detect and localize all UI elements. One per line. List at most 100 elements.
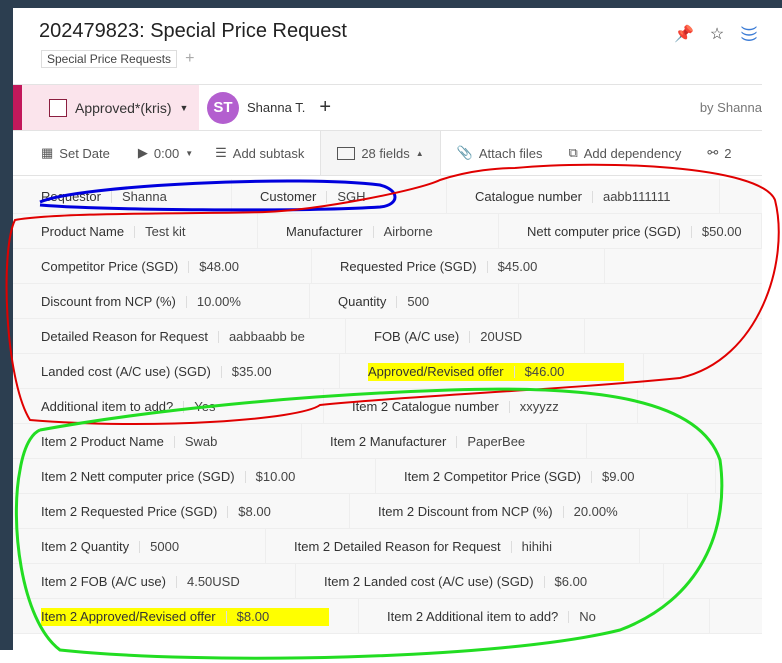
status-checkbox[interactable] [49,98,67,117]
field-value[interactable]: aabb111111 [603,189,670,204]
field-content: Detailed Reason for Request aabbaabb be [41,328,305,346]
field-value[interactable]: $48.00 [199,259,239,274]
field-value[interactable]: Test kit [145,224,185,239]
field-cell[interactable]: Catalogue number aabb111111 [447,179,720,214]
field-cell[interactable]: Item 2 Nett computer price (SGD) $10.00 [13,459,376,494]
task-title[interactable]: 202479823: Special Price Request [39,20,347,43]
field-cell[interactable]: Product Name Test kit [13,214,258,249]
field-value[interactable]: Airborne [384,224,433,239]
field-cell[interactable]: Item 2 Additional item to add? No [359,599,710,634]
attach-files-button[interactable]: 📎 Attach files [441,131,543,175]
field-cell[interactable]: Item 2 Catalogue number xxyyzz [324,389,638,424]
field-label: Item 2 Catalogue number [352,399,499,414]
pin-icon[interactable]: 📌 [674,24,694,44]
header-actions: 📌 ☆ ))) [674,24,758,44]
field-separator [372,225,374,238]
field-value[interactable]: aabbaabb be [229,329,305,344]
field-label: FOB (A/C use) [374,329,460,344]
field-value[interactable]: xxyyzz [520,399,559,414]
field-cell[interactable]: Nett computer price (SGD) $50.00 [499,214,762,249]
field-cell[interactable]: Item 2 FOB (A/C use) 4.50USD [13,564,296,599]
set-date-button[interactable]: ▦ Set Date [13,131,110,175]
field-value[interactable]: $45.00 [498,259,538,274]
field-label: Item 2 Competitor Price (SGD) [404,469,581,484]
field-separator [227,505,229,518]
avatar[interactable]: ST [207,91,239,124]
field-value[interactable]: SGH [337,189,365,204]
field-separator [188,260,190,273]
field-value[interactable]: 20.00% [574,504,618,519]
field-content: Landed cost (A/C use) (SGD) $35.00 [41,363,272,381]
field-cell[interactable]: Item 2 Quantity 5000 [13,529,266,564]
field-cell[interactable]: FOB (A/C use) 20USD [346,319,585,354]
field-value[interactable]: $50.00 [702,224,742,239]
field-row: Item 2 Requested Price (SGD) $8.00 Item 2 … [13,494,762,529]
field-label: Detailed Reason for Request [41,329,208,344]
field-value[interactable]: Yes [194,399,215,414]
field-cell[interactable]: Requestor Shanna [13,179,232,214]
field-value[interactable]: $8.00 [238,504,271,519]
add-tag-button[interactable]: + [185,50,194,68]
field-content: Item 2 Competitor Price (SGD) $9.00 [404,468,635,486]
field-row: Additional item to add? Yes Item 2 Catalog… [13,389,762,424]
field-value[interactable]: 4.50USD [187,574,240,589]
caret-up-icon: ▲ [415,148,424,158]
field-separator [456,435,458,448]
field-value[interactable]: $8.00 [237,609,270,624]
field-cell[interactable]: Customer SGH [232,179,447,214]
field-value[interactable]: 5000 [150,539,179,554]
field-row: Detailed Reason for Request aabbaabb be FO… [13,319,762,354]
status-dropdown[interactable]: Approved*(kris) ▼ [13,85,199,130]
assignee-name[interactable]: Shanna T. [247,100,305,115]
field-cell[interactable]: Additional item to add? Yes [13,389,324,424]
field-value[interactable]: 20USD [480,329,522,344]
field-cell[interactable]: Approved/Revised offer $46.00 [340,354,644,389]
field-value[interactable]: No [579,609,596,624]
caret-down-icon: ▼ [185,148,194,158]
share-button[interactable]: ⚯ 2 [681,131,731,175]
add-assignee-button[interactable]: + [319,96,331,119]
field-cell[interactable]: Discount from NCP (%) 10.00% [13,284,310,319]
field-separator [690,225,692,238]
field-value[interactable]: 10.00% [197,294,241,309]
field-value[interactable]: $35.00 [232,364,272,379]
field-value[interactable]: $46.00 [525,364,565,379]
field-cell[interactable]: Item 2 Discount from NCP (%) 20.00% [350,494,688,529]
folder-tags: Special Price Requests + [41,50,194,68]
field-content: Requested Price (SGD) $45.00 [340,258,537,276]
field-cell[interactable]: Manufacturer Airborne [258,214,499,249]
field-cell[interactable]: Item 2 Detailed Reason for Request hihihi [266,529,640,564]
field-cell[interactable]: Landed cost (A/C use) (SGD) $35.00 [13,354,340,389]
field-value[interactable]: 500 [407,294,429,309]
field-cell[interactable]: Competitor Price (SGD) $48.00 [13,249,312,284]
field-cell[interactable]: Item 2 Landed cost (A/C use) (SGD) $6.00 [296,564,664,599]
field-cell[interactable]: Requested Price (SGD) $45.00 [312,249,605,284]
folder-tag[interactable]: Special Price Requests [41,50,178,68]
field-cell[interactable]: Item 2 Requested Price (SGD) $8.00 [13,494,350,529]
field-cell[interactable]: Item 2 Approved/Revised offer $8.00 [13,599,359,634]
field-cell[interactable]: Item 2 Product Name Swab [13,424,302,459]
field-value[interactable]: hihihi [522,539,552,554]
field-value[interactable]: $6.00 [555,574,588,589]
add-subtask-button[interactable]: ☰ Add subtask [193,131,320,175]
add-subtask-label: Add subtask [232,145,305,161]
field-separator [183,400,185,413]
field-content: Requestor Shanna [41,188,167,206]
fields-label: 28 fields [361,145,410,161]
field-value[interactable]: PaperBee [467,434,525,449]
star-icon[interactable]: ☆ [710,24,724,44]
calendar-icon: ▦ [41,145,54,160]
timer-button[interactable]: ▶ 0:00 ▼ [110,131,193,175]
field-value[interactable]: $10.00 [256,469,296,484]
field-cell[interactable]: Item 2 Competitor Price (SGD) $9.00 [376,459,716,494]
field-value[interactable]: Shanna [122,189,167,204]
add-dependency-button[interactable]: ⧉ Add dependency [542,131,681,175]
field-row: Item 2 Nett computer price (SGD) $10.00 It… [13,459,762,494]
field-value[interactable]: $9.00 [602,469,635,484]
field-cell[interactable]: Item 2 Manufacturer PaperBee [302,424,587,459]
field-cell[interactable]: Quantity 500 [310,284,519,319]
field-cell[interactable]: Detailed Reason for Request aabbaabb be [13,319,346,354]
rss-icon[interactable]: ))) [738,26,758,42]
field-value[interactable]: Swab [185,434,218,449]
fields-toggle-button[interactable]: 28 fields ▲ [320,131,441,175]
